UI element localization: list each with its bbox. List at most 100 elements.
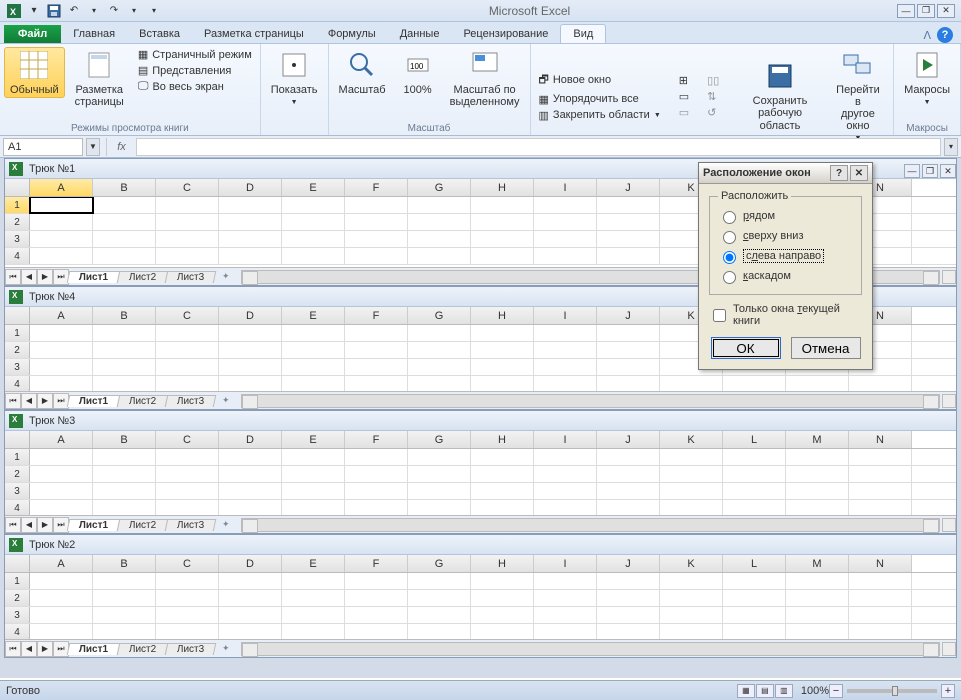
- column-header[interactable]: B: [93, 555, 156, 572]
- dialog-cancel-button[interactable]: Отмена: [791, 337, 861, 359]
- macros-button[interactable]: Макросы ▼: [898, 47, 956, 109]
- cell[interactable]: [471, 231, 534, 247]
- cell[interactable]: [786, 573, 849, 589]
- zoom-slider[interactable]: [847, 689, 937, 693]
- column-header[interactable]: A: [30, 179, 93, 196]
- cell[interactable]: [345, 607, 408, 623]
- arrange-option-radio[interactable]: [723, 231, 736, 244]
- vertical-scrollbar-down[interactable]: [942, 642, 956, 656]
- cell[interactable]: [849, 590, 912, 606]
- next-sheet-button[interactable]: ▶: [37, 517, 53, 533]
- column-header[interactable]: I: [534, 555, 597, 572]
- column-header[interactable]: J: [597, 555, 660, 572]
- cell[interactable]: [219, 342, 282, 358]
- cell[interactable]: [534, 376, 597, 391]
- cell[interactable]: [93, 342, 156, 358]
- cell[interactable]: [408, 197, 471, 213]
- arrange-option-radio[interactable]: [723, 211, 736, 224]
- next-sheet-button[interactable]: ▶: [37, 641, 53, 657]
- redo-dropdown-icon[interactable]: ▾: [126, 3, 142, 19]
- tab-review[interactable]: Рецензирование: [451, 25, 560, 43]
- doc-minimize-button[interactable]: —: [904, 164, 920, 178]
- minimize-button[interactable]: —: [897, 4, 915, 18]
- select-all-corner[interactable]: [5, 555, 30, 572]
- fx-icon[interactable]: fx: [110, 141, 134, 153]
- cell[interactable]: [597, 466, 660, 482]
- cell[interactable]: [471, 607, 534, 623]
- cell[interactable]: [156, 325, 219, 341]
- cell[interactable]: [786, 466, 849, 482]
- cell[interactable]: [282, 449, 345, 465]
- row-header[interactable]: 4: [5, 500, 30, 515]
- cell[interactable]: [471, 466, 534, 482]
- column-header[interactable]: D: [219, 555, 282, 572]
- cell[interactable]: [30, 342, 93, 358]
- cell[interactable]: [156, 624, 219, 639]
- sheet-tab[interactable]: Лист2: [117, 643, 169, 655]
- cell[interactable]: [345, 624, 408, 639]
- first-sheet-button[interactable]: ⏮: [5, 517, 21, 533]
- column-header[interactable]: I: [534, 307, 597, 324]
- cell[interactable]: [219, 483, 282, 499]
- cell[interactable]: [156, 573, 219, 589]
- row-header[interactable]: 4: [5, 248, 30, 264]
- cell[interactable]: [282, 573, 345, 589]
- cell[interactable]: [345, 248, 408, 264]
- cell[interactable]: [723, 590, 786, 606]
- cell[interactable]: [156, 197, 219, 213]
- undo-dropdown-icon[interactable]: ▾: [86, 3, 102, 19]
- cell[interactable]: [345, 231, 408, 247]
- cell[interactable]: [471, 214, 534, 230]
- cell[interactable]: [219, 573, 282, 589]
- cell[interactable]: [597, 573, 660, 589]
- cell[interactable]: [345, 197, 408, 213]
- cell[interactable]: [534, 607, 597, 623]
- cell[interactable]: [471, 325, 534, 341]
- row-header[interactable]: 3: [5, 483, 30, 499]
- zoom-to-selection-button[interactable]: Масштаб по выделенному: [444, 47, 526, 110]
- new-sheet-button[interactable]: ✦: [216, 519, 236, 530]
- cell[interactable]: [408, 248, 471, 264]
- cell[interactable]: [723, 449, 786, 465]
- custom-views-button[interactable]: ▤Представления: [134, 63, 256, 78]
- cell[interactable]: [30, 466, 93, 482]
- dialog-ok-button[interactable]: ОК: [711, 337, 781, 359]
- cell[interactable]: [849, 466, 912, 482]
- cell[interactable]: [408, 466, 471, 482]
- cell[interactable]: [30, 607, 93, 623]
- cell[interactable]: [471, 624, 534, 639]
- column-header[interactable]: F: [345, 307, 408, 324]
- arrange-option-label[interactable]: слева направо: [743, 249, 824, 263]
- cell[interactable]: [93, 624, 156, 639]
- sheet-tab[interactable]: Лист2: [117, 395, 169, 407]
- column-header[interactable]: K: [660, 555, 723, 572]
- tab-view[interactable]: Вид: [560, 24, 606, 43]
- cell[interactable]: [786, 500, 849, 515]
- sheet-tab[interactable]: Лист3: [165, 271, 217, 283]
- cell[interactable]: [408, 449, 471, 465]
- cell[interactable]: [30, 573, 93, 589]
- cell[interactable]: [219, 214, 282, 230]
- column-header[interactable]: A: [30, 555, 93, 572]
- column-header[interactable]: L: [723, 431, 786, 448]
- cell[interactable]: [219, 500, 282, 515]
- zoom-slider-thumb[interactable]: [892, 686, 898, 696]
- doc-close-button[interactable]: ✕: [940, 164, 956, 178]
- column-header[interactable]: M: [786, 431, 849, 448]
- switch-windows-button[interactable]: Перейти в другое окно▼: [827, 47, 889, 145]
- cell[interactable]: [471, 359, 534, 375]
- collapse-ribbon-icon[interactable]: ᐱ: [923, 29, 931, 42]
- formula-input[interactable]: [136, 138, 941, 156]
- cell[interactable]: [345, 500, 408, 515]
- prev-sheet-button[interactable]: ◀: [21, 393, 37, 409]
- cell[interactable]: [282, 376, 345, 391]
- cell[interactable]: [471, 483, 534, 499]
- cell[interactable]: [849, 573, 912, 589]
- column-header[interactable]: I: [534, 431, 597, 448]
- cell[interactable]: [345, 466, 408, 482]
- cell[interactable]: [93, 325, 156, 341]
- cell[interactable]: [30, 483, 93, 499]
- current-book-only-label[interactable]: Только окна текущей книги: [733, 303, 862, 327]
- cell[interactable]: [345, 590, 408, 606]
- sheet-tab[interactable]: Лист1: [67, 643, 121, 655]
